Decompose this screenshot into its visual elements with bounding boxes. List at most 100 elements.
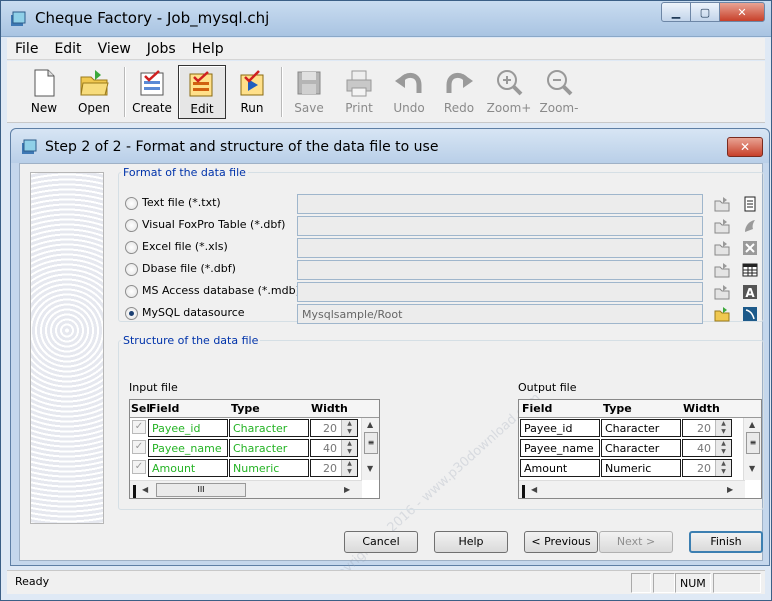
col-header-sel[interactable]: Sel xyxy=(131,402,150,415)
scroll-left-icon[interactable]: ◀ xyxy=(142,485,148,494)
access-path-field[interactable] xyxy=(297,282,703,302)
col-header-field[interactable]: Field xyxy=(522,402,552,415)
open-button[interactable]: Open xyxy=(70,65,118,119)
cell-field[interactable]: Payee_id xyxy=(148,419,228,437)
cell-type[interactable]: Numeric xyxy=(601,459,681,477)
radio-mysql-datasource[interactable] xyxy=(125,307,138,320)
notepad-icon[interactable] xyxy=(741,195,759,213)
radio-foxpro-table[interactable] xyxy=(125,219,138,232)
col-header-field[interactable]: Field xyxy=(149,402,179,415)
finish-button[interactable]: Finish xyxy=(689,531,763,553)
radio-text-file[interactable] xyxy=(125,197,138,210)
cell-type[interactable]: Character xyxy=(229,419,309,437)
redo-button[interactable]: Redo xyxy=(435,65,483,119)
cell-type[interactable]: Numeric xyxy=(229,459,309,477)
scroll-thumb[interactable]: ≡ xyxy=(746,432,760,454)
browse-open-icon[interactable] xyxy=(713,239,731,257)
browse-open-icon[interactable] xyxy=(713,195,731,213)
next-button[interactable]: Next > xyxy=(599,531,673,553)
menu-file[interactable]: File xyxy=(7,41,46,57)
browse-open-icon[interactable] xyxy=(713,305,731,323)
text-file-path-field[interactable] xyxy=(297,194,703,214)
edit-button[interactable]: Edit xyxy=(178,65,226,119)
scroll-right-icon[interactable]: ▶ xyxy=(344,485,350,494)
scroll-thumb[interactable]: III xyxy=(156,483,246,497)
cancel-button[interactable]: Cancel xyxy=(344,531,418,553)
help-button[interactable]: Help xyxy=(434,531,508,553)
mysql-datasource-field[interactable]: Mysqlsample/Root xyxy=(297,304,703,324)
browse-open-icon[interactable] xyxy=(713,261,731,279)
dialog-close-button[interactable]: ✕ xyxy=(727,137,763,157)
col-header-type[interactable]: Type xyxy=(231,402,260,415)
new-button[interactable]: New xyxy=(20,65,68,119)
mysql-icon[interactable] xyxy=(741,305,759,323)
dbase-path-field[interactable] xyxy=(297,260,703,280)
spin-arrows-icon[interactable]: ▲ ▼ xyxy=(341,460,357,476)
cell-field[interactable]: Payee_name xyxy=(520,439,600,457)
foxpro-icon[interactable] xyxy=(741,217,759,235)
zoom-out-button[interactable]: Zoom- xyxy=(535,65,583,119)
scroll-thumb[interactable]: ≡ xyxy=(364,432,378,454)
cell-type[interactable]: Character xyxy=(229,439,309,457)
zoom-in-button[interactable]: Zoom+ xyxy=(485,65,533,119)
row-select-checkbox[interactable]: ✓ xyxy=(132,420,146,434)
foxpro-path-field[interactable] xyxy=(297,216,703,236)
print-button[interactable]: Print xyxy=(335,65,383,119)
undo-button[interactable]: Undo xyxy=(385,65,433,119)
spin-arrows-icon[interactable]: ▲ ▼ xyxy=(715,420,731,436)
spin-arrows-icon[interactable]: ▲ ▼ xyxy=(715,460,731,476)
scroll-right-icon[interactable]: ▶ xyxy=(727,485,733,494)
cell-type[interactable]: Character xyxy=(601,439,681,457)
menu-help[interactable]: Help xyxy=(184,41,232,57)
radio-label[interactable]: MySQL datasource xyxy=(142,306,245,319)
input-grid-vscrollbar[interactable]: ▲ ≡ ▼ xyxy=(361,418,379,480)
radio-label[interactable]: Text file (*.txt) xyxy=(142,196,221,209)
radio-dbase-file[interactable] xyxy=(125,263,138,276)
spin-arrows-icon[interactable]: ▲ ▼ xyxy=(715,440,731,456)
menu-edit[interactable]: Edit xyxy=(46,41,89,57)
cell-field[interactable]: Amount xyxy=(520,459,600,477)
scroll-down-icon[interactable]: ▼ xyxy=(749,464,755,473)
menu-view[interactable]: View xyxy=(90,41,139,57)
cell-field[interactable]: Payee_name xyxy=(148,439,228,457)
spin-arrows-icon[interactable]: ▲ ▼ xyxy=(341,440,357,456)
browse-open-icon[interactable] xyxy=(713,283,731,301)
output-grid-hscrollbar[interactable]: ◀ ▶ xyxy=(519,480,745,498)
excel-icon[interactable] xyxy=(741,239,759,257)
cell-field[interactable]: Amount xyxy=(148,459,228,477)
menu-jobs[interactable]: Jobs xyxy=(139,41,184,57)
radio-label[interactable]: Dbase file (*.dbf) xyxy=(142,262,236,275)
cell-width[interactable]: 20 ▲ ▼ xyxy=(310,459,358,477)
save-button[interactable]: Save xyxy=(285,65,333,119)
create-button[interactable]: Create xyxy=(128,65,176,119)
row-select-checkbox[interactable]: ✓ xyxy=(132,460,146,474)
row-select-checkbox[interactable]: ✓ xyxy=(132,440,146,454)
radio-label[interactable]: MS Access database (*.mdb) xyxy=(142,284,300,297)
access-icon[interactable]: A xyxy=(741,283,759,301)
input-grid-hscrollbar[interactable]: ◀ III ▶ xyxy=(130,480,362,498)
browse-open-icon[interactable] xyxy=(713,217,731,235)
cell-type[interactable]: Character xyxy=(601,419,681,437)
minimize-button[interactable]: ▁ xyxy=(661,2,691,22)
col-header-width[interactable]: Width xyxy=(683,402,720,415)
output-grid-vscrollbar[interactable]: ▲ ≡ ▼ xyxy=(743,418,761,480)
scroll-left-icon[interactable]: ◀ xyxy=(531,485,537,494)
col-header-width[interactable]: Width xyxy=(311,402,348,415)
previous-button[interactable]: < Previous xyxy=(524,531,598,553)
run-button[interactable]: Run xyxy=(228,65,276,119)
scroll-up-icon[interactable]: ▲ xyxy=(367,420,373,429)
close-button[interactable]: ✕ xyxy=(719,2,765,22)
cell-width[interactable]: 20 ▲ ▼ xyxy=(310,419,358,437)
cell-width[interactable]: 20 ▲ ▼ xyxy=(682,459,732,477)
excel-path-field[interactable] xyxy=(297,238,703,258)
radio-excel-file[interactable] xyxy=(125,241,138,254)
scroll-down-icon[interactable]: ▼ xyxy=(367,464,373,473)
col-header-type[interactable]: Type xyxy=(603,402,632,415)
cell-width[interactable]: 40 ▲ ▼ xyxy=(310,439,358,457)
radio-access-database[interactable] xyxy=(125,285,138,298)
cell-field[interactable]: Payee_id xyxy=(520,419,600,437)
maximize-button[interactable]: ▢ xyxy=(690,2,720,22)
spin-arrows-icon[interactable]: ▲ ▼ xyxy=(341,420,357,436)
radio-label[interactable]: Visual FoxPro Table (*.dbf) xyxy=(142,218,285,231)
radio-label[interactable]: Excel file (*.xls) xyxy=(142,240,228,253)
